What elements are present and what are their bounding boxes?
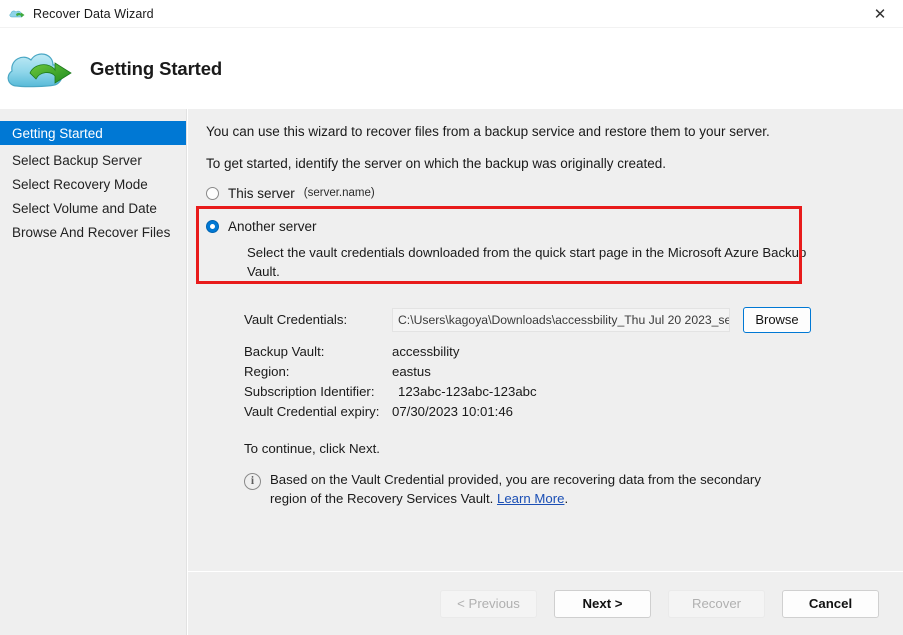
vault-credential-expiry-row: Vault Credential expiry: 07/30/2023 10:0… [244, 404, 887, 419]
sidebar-item-getting-started[interactable]: Getting Started [0, 121, 186, 145]
vault-credentials-label: Vault Credentials: [244, 312, 348, 328]
close-icon[interactable]: ✕ [857, 0, 903, 28]
sidebar-item-label: Select Backup Server [12, 152, 142, 168]
radio-this-server-label: This server [228, 185, 295, 201]
continue-instruction: To continue, click Next. [244, 440, 380, 456]
wizard-step-sidebar: Getting Started Select Backup Server Sel… [0, 109, 187, 635]
vault-credentials-input[interactable]: C:\Users\kagoya\Downloads\accessbility_T… [392, 307, 730, 332]
sidebar-item-browse-and-recover-files[interactable]: Browse And Recover Files [0, 220, 186, 244]
subscription-identifier-value: 123abc-123abc-123abc [398, 383, 537, 399]
sidebar-item-label: Browse And Recover Files [12, 224, 171, 240]
page-title: Getting Started [90, 57, 223, 79]
intro-text-line-2: To get started, identify the server on w… [206, 156, 666, 172]
sidebar-item-select-volume-and-date[interactable]: Select Volume and Date [0, 196, 186, 220]
browse-button[interactable]: Browse [743, 306, 811, 333]
vault-details: Vault Credentials: C:\Users\kagoya\Downl… [244, 306, 887, 419]
sidebar-item-label: Getting Started [12, 125, 103, 141]
vault-credential-expiry-value: 07/30/2023 10:01:46 [392, 403, 513, 419]
vault-credential-expiry-label: Vault Credential expiry: [244, 403, 380, 419]
backup-vault-value: accessbility [392, 343, 460, 359]
subscription-identifier-label: Subscription Identifier: [244, 383, 375, 399]
sidebar-item-label: Select Volume and Date [12, 200, 157, 216]
recover-button[interactable]: Recover [668, 589, 765, 618]
vault-credentials-row: Vault Credentials: C:\Users\kagoya\Downl… [244, 306, 887, 333]
region-value: eastus [392, 363, 431, 379]
wizard-content: You can use this wizard to recover files… [187, 109, 903, 635]
region-label: Region: [244, 363, 290, 379]
subscription-identifier-row: Subscription Identifier: 123abc-123abc-1… [244, 384, 887, 399]
intro-text-line-1: You can use this wizard to recover files… [206, 124, 770, 139]
radio-this-server[interactable] [206, 186, 219, 200]
info-icon: i [244, 472, 261, 490]
radio-option-another-server[interactable]: Another server [206, 216, 887, 236]
info-message-period: . [564, 490, 569, 506]
radio-another-server[interactable] [206, 219, 219, 233]
page-header: Getting Started [0, 28, 903, 109]
radio-another-server-label: Another server [228, 218, 317, 234]
previous-button[interactable]: < Previous [440, 589, 537, 618]
next-button[interactable]: Next > [554, 589, 651, 618]
sidebar-item-select-recovery-mode[interactable]: Select Recovery Mode [0, 172, 186, 196]
sidebar-item-select-backup-server[interactable]: Select Backup Server [0, 148, 186, 172]
radio-option-this-server[interactable]: This server (server.name) [206, 183, 887, 203]
wizard-footer: < Previous Next > Recover Cancel [188, 571, 903, 635]
another-server-description: Select the vault credentials downloaded … [247, 245, 807, 279]
this-server-name: (server.name) [303, 187, 375, 200]
cloud-recover-logo-icon [3, 40, 75, 98]
backup-vault-row: Backup Vault: accessbility [244, 344, 887, 359]
window-title-bar: Recover Data Wizard ✕ [0, 0, 903, 28]
window-title: Recover Data Wizard [33, 6, 154, 21]
region-row: Region: eastus [244, 364, 887, 379]
wizard-body: Getting Started Select Backup Server Sel… [0, 109, 903, 635]
info-message: i Based on the Vault Credential provided… [244, 471, 784, 508]
cloud-icon [8, 5, 26, 23]
backup-vault-label: Backup Vault: [244, 343, 325, 359]
learn-more-link[interactable]: Learn More [497, 491, 564, 506]
cancel-button[interactable]: Cancel [782, 589, 879, 618]
sidebar-item-label: Select Recovery Mode [12, 176, 148, 192]
